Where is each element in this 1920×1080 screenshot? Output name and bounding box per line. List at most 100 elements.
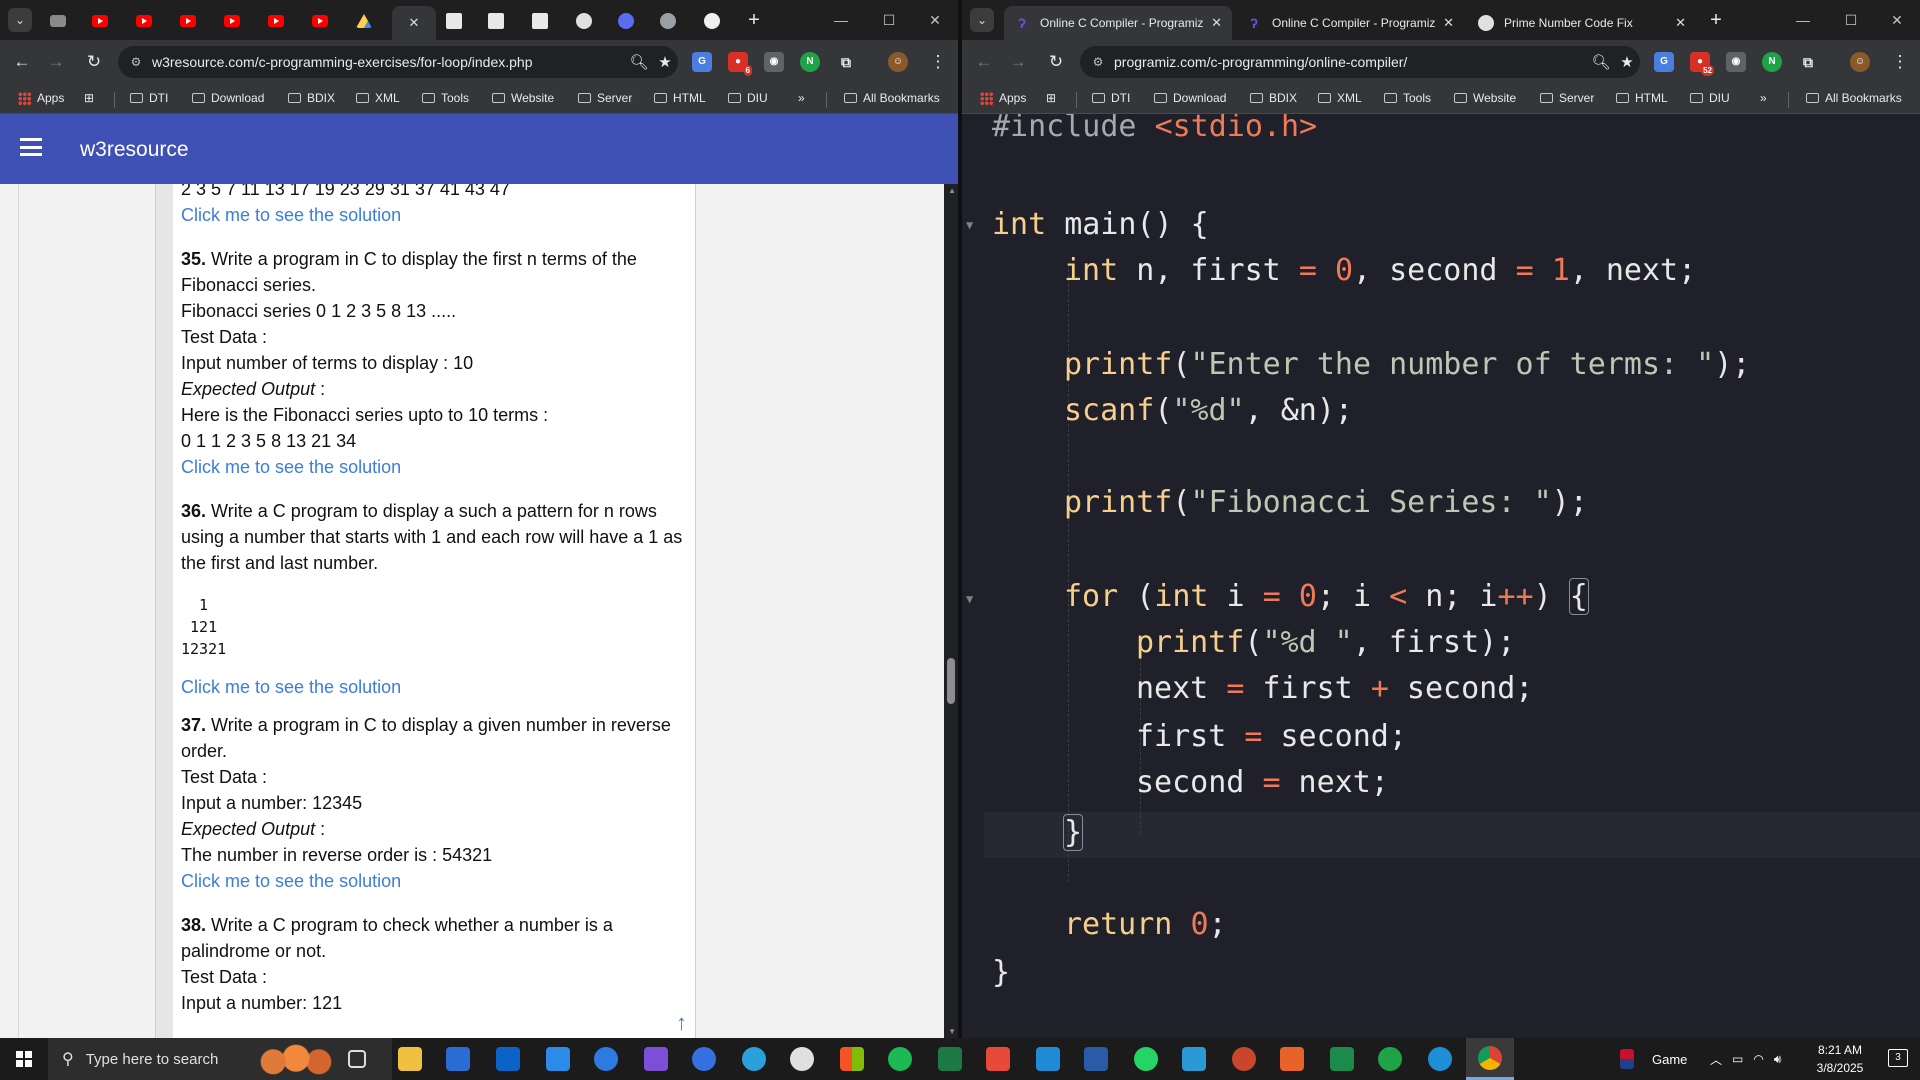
clock[interactable]: 8:21 AM 3/8/2025 (1810, 1041, 1870, 1077)
solution-link[interactable]: Click me to see the solution (181, 868, 687, 894)
code-line-include[interactable]: #include <stdio.h> (992, 114, 1317, 150)
code-line-main[interactable]: int main() { (992, 202, 1209, 248)
show-hidden-icons-chevron-icon[interactable]: ︿ (1710, 1051, 1722, 1068)
spotify-icon[interactable] (888, 1047, 912, 1071)
bookmark-folder-xml[interactable]: XML (1318, 91, 1362, 105)
tab-search-icon[interactable]: ⌄ (8, 8, 32, 32)
scrollbar[interactable]: ▲ ▼ (944, 184, 958, 1038)
teamviewer-icon[interactable] (594, 1047, 618, 1071)
app-icon[interactable] (1280, 1047, 1304, 1071)
tab-w3resource[interactable] (522, 8, 558, 34)
code-line-declaration[interactable]: int n, first = 0, second = 1, next; (1064, 248, 1696, 294)
bookmark-folder-download[interactable]: Download (192, 91, 264, 105)
bookmark-folder-html[interactable]: HTML (1616, 91, 1668, 105)
tab-search-icon[interactable]: ⌄ (970, 8, 994, 32)
app-icon[interactable] (692, 1047, 716, 1071)
n-app-icon[interactable] (1378, 1047, 1402, 1071)
visual-studio-icon[interactable] (644, 1047, 668, 1071)
solution-link[interactable]: Click me to see the solution (181, 454, 687, 480)
code-line-main-close[interactable]: } (992, 950, 1010, 996)
scroll-down-arrow-icon[interactable]: ▼ (948, 1027, 956, 1036)
extensions-puzzle-icon[interactable]: ⧉ (836, 52, 856, 72)
solution-link[interactable]: Click me to see the solution (181, 674, 687, 700)
app-icon[interactable] (790, 1047, 814, 1071)
bookmark-folder-tools[interactable]: Tools (1384, 91, 1431, 105)
bookmark-apps[interactable]: Apps (980, 91, 1026, 105)
close-tab-icon[interactable]: ✕ (1211, 15, 1222, 31)
anydesk-icon[interactable] (986, 1047, 1010, 1071)
tab-cursor[interactable] (608, 8, 644, 34)
close-tab-icon[interactable]: ✕ (1443, 15, 1454, 31)
bookmark-star-icon[interactable]: ★ (1614, 53, 1640, 71)
bookmark-star-icon[interactable]: ★ (652, 53, 678, 71)
edge-icon[interactable] (1428, 1047, 1452, 1071)
url-text[interactable]: programiz.com/c-programming/online-compi… (1114, 54, 1588, 70)
code-line-for[interactable]: for (int i = 0; i < n; i++) { (1064, 574, 1589, 620)
scrollbar-thumb[interactable] (947, 658, 955, 704)
tab-youtube[interactable] (258, 8, 294, 34)
vscode-icon[interactable] (1036, 1047, 1060, 1071)
app-icon[interactable] (1330, 1047, 1354, 1071)
forward-button[interactable]: → (44, 50, 68, 74)
close-window-button[interactable]: ✕ (1874, 0, 1920, 40)
menu-dots-icon[interactable]: ⋮ (926, 50, 950, 74)
bookmark-folder-download[interactable]: Download (1154, 91, 1226, 105)
chrome-taskbar-button[interactable] (1466, 1038, 1514, 1080)
code-line-scanf[interactable]: scanf("%d", &n); (1064, 388, 1353, 434)
minimize-button[interactable]: — (1780, 0, 1826, 40)
widgets-weather[interactable]: Game (1620, 1038, 1687, 1080)
back-button[interactable]: ← (10, 50, 34, 74)
tab-w3resource[interactable] (436, 8, 472, 34)
close-tab-icon[interactable]: ✕ (1675, 15, 1686, 31)
address-bar[interactable]: ⚙ programiz.com/c-programming/online-com… (1080, 46, 1640, 78)
fold-arrow-icon[interactable]: ▼ (966, 592, 973, 606)
solution-link[interactable]: Click me to see the solution (181, 202, 687, 228)
code-line-second[interactable]: second = next; (1136, 760, 1389, 806)
tab-youtube[interactable] (126, 8, 162, 34)
code-line-printf-first[interactable]: printf("%d ", first); (1136, 620, 1515, 666)
zoom-icon[interactable]: 🔍︎ (1588, 53, 1614, 71)
tab-w3resource[interactable] (478, 8, 514, 34)
word-icon[interactable] (1084, 1047, 1108, 1071)
code-line-first[interactable]: first = second; (1136, 714, 1407, 760)
telegram-icon[interactable] (742, 1047, 766, 1071)
minimize-button[interactable]: — (818, 0, 864, 40)
bookmark-folder-server[interactable]: Server (1540, 91, 1594, 105)
tab-globe[interactable] (650, 8, 686, 34)
bookmark-folder-tools[interactable]: Tools (422, 91, 469, 105)
translate-extension-icon[interactable]: G (1654, 52, 1674, 72)
bookmark-folder-html[interactable]: HTML (654, 91, 706, 105)
bookmark-apps[interactable]: Apps (18, 91, 64, 105)
bookmark-folder-website[interactable]: Website (492, 91, 554, 105)
site-info-icon[interactable]: ⚙ (1090, 55, 1106, 69)
tab-youtube[interactable] (214, 8, 250, 34)
all-bookmarks-button[interactable]: All Bookmarks (1806, 91, 1902, 105)
bookmark-folder-diu[interactable]: DIU (1690, 91, 1730, 105)
tab-folder[interactable] (40, 8, 76, 34)
bookmark-folder-bdix[interactable]: BDIX (288, 91, 335, 105)
tab-youtube[interactable] (82, 8, 118, 34)
code-line-printf-fib[interactable]: printf("Fibonacci Series: "); (1064, 480, 1588, 526)
tab-ai[interactable] (566, 8, 602, 34)
maximize-button[interactable]: ☐ (1828, 0, 1874, 40)
microsoft-store-icon[interactable] (446, 1047, 470, 1071)
bookmark-folder-server[interactable]: Server (578, 91, 632, 105)
reload-button[interactable]: ↻ (1044, 50, 1068, 74)
microsoft-icon[interactable] (840, 1047, 864, 1071)
app-icon[interactable] (1182, 1047, 1206, 1071)
site-info-icon[interactable]: ⚙ (128, 55, 144, 69)
code-editor[interactable]: #include <stdio.h> ▼ int main() { int n,… (962, 114, 1920, 1038)
wifi-icon[interactable]: ◠ (1753, 1052, 1763, 1066)
code-line-for-close[interactable]: } (1062, 810, 1084, 856)
tab-programiz-active[interactable]: ʔ Online C Compiler - Programiz ✕ (1004, 6, 1232, 40)
all-bookmarks-button[interactable]: All Bookmarks (844, 91, 940, 105)
fold-arrow-icon[interactable]: ▼ (966, 218, 973, 232)
tab-grid-icon[interactable]: ⊞ (84, 91, 94, 105)
bookmark-folder-xml[interactable]: XML (356, 91, 400, 105)
tab-prime-number[interactable]: Prime Number Code Fix ✕ (1468, 6, 1696, 40)
taskbar-search-box[interactable]: ⚲ Type here to search (48, 1038, 392, 1080)
bookmark-folder-bdix[interactable]: BDIX (1250, 91, 1297, 105)
battery-icon[interactable]: ▭ (1732, 1052, 1743, 1066)
app-icon[interactable] (546, 1047, 570, 1071)
n-extension-icon[interactable]: N (1762, 52, 1782, 72)
